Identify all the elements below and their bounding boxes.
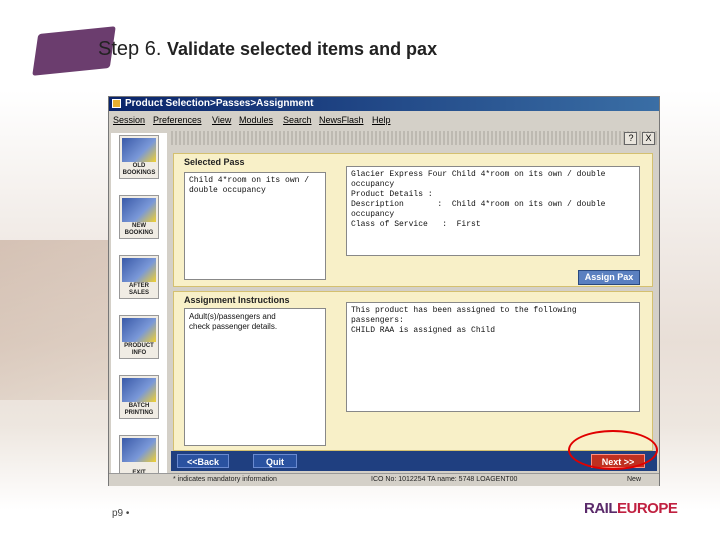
menu-session[interactable]: Session <box>113 113 145 127</box>
menu-view[interactable]: View <box>212 113 231 127</box>
sidebar-old-bookings-button[interactable]: OLD BOOKINGS <box>119 135 159 179</box>
brand-logo-left: RAIL <box>584 500 618 517</box>
selected-pass-panel: Selected Pass Child 4*room on its own / … <box>173 153 653 287</box>
sidebar-label: BATCH PRINTING <box>124 403 154 416</box>
assignment-instructions-box: Adult(s)/passengers and check passenger … <box>184 308 326 446</box>
menu-bar: Session Preferences View Modules Search … <box>109 113 659 127</box>
exit-icon <box>122 438 156 462</box>
sidebar-batch-printing-button[interactable]: BATCH PRINTING <box>119 375 159 419</box>
main-content: Selected Pass Child 4*room on its own / … <box>171 149 657 457</box>
batch-printing-icon <box>122 378 156 402</box>
page-number-bullet: • <box>125 508 130 519</box>
page-number-text: p9 <box>112 508 124 519</box>
assign-pax-button[interactable]: Assign Pax <box>578 270 640 285</box>
slide-title: Step 6. Validate selected items and pax <box>98 38 437 61</box>
old-bookings-icon <box>122 138 156 162</box>
after-sales-icon <box>122 258 156 282</box>
status-new: New <box>627 476 642 483</box>
sidebar-label: AFTER SALES <box>128 283 149 296</box>
sidebar-label: OLD BOOKINGS <box>122 163 156 176</box>
sidebar-new-booking-button[interactable]: NEW BOOKING <box>119 195 159 239</box>
step-label: Step 6. <box>98 38 162 60</box>
assignment-heading: Assignment Instructions <box>184 295 290 305</box>
window-title: Product Selection>Passes>Assignment <box>125 98 314 109</box>
menu-modules[interactable]: Modules <box>239 113 273 127</box>
sidebar: OLD BOOKINGS NEW BOOKING AFTER SALES PRO… <box>111 133 167 479</box>
help-icon[interactable]: ? <box>624 132 638 145</box>
menu-search[interactable]: Search <box>283 113 312 127</box>
brand-logo: RAILEUROPE <box>584 500 678 517</box>
new-booking-icon <box>122 198 156 222</box>
window-controls: ? X <box>622 132 655 145</box>
highlight-circle <box>568 430 658 470</box>
window-titlebar[interactable]: Product Selection>Passes>Assignment <box>109 97 659 111</box>
status-bar: * indicates mandatory information ICO No… <box>109 473 659 486</box>
selected-pass-list[interactable]: Child 4*room on its own / double occupan… <box>184 172 326 280</box>
status-mandatory-note: * indicates mandatory information <box>173 476 277 483</box>
status-agent-info: ICO No: 1012254 TA name: 5748 LOAGENT00 <box>371 476 518 483</box>
sidebar-product-info-button[interactable]: PRODUCT INFO <box>119 315 159 359</box>
sidebar-label: PRODUCT INFO <box>124 343 154 356</box>
toolbar-strip <box>171 131 657 145</box>
assignment-result-box: This product has been assigned to the fo… <box>346 302 640 412</box>
quit-button[interactable]: Quit <box>253 454 297 468</box>
product-info-icon <box>122 318 156 342</box>
menu-preferences[interactable]: Preferences <box>153 113 202 127</box>
app-icon <box>112 99 121 108</box>
app-window: Product Selection>Passes>Assignment Sess… <box>108 96 660 486</box>
assignment-panel: Assignment Instructions Adult(s)/passeng… <box>173 291 653 451</box>
step-title: Validate selected items and pax <box>166 39 438 59</box>
back-button[interactable]: <<Back <box>177 454 229 468</box>
close-icon[interactable]: X <box>642 132 655 145</box>
sidebar-label: NEW BOOKING <box>124 223 154 236</box>
pass-details-box: Glacier Express Four Child 4*room on its… <box>346 166 640 256</box>
menu-newsflash[interactable]: NewsFlash <box>319 113 364 127</box>
menu-help[interactable]: Help <box>372 113 391 127</box>
selected-pass-heading: Selected Pass <box>184 157 245 167</box>
brand-logo-right: EUROPE <box>617 500 678 517</box>
page-number: p9 • <box>112 508 129 519</box>
sidebar-after-sales-button[interactable]: AFTER SALES <box>119 255 159 299</box>
